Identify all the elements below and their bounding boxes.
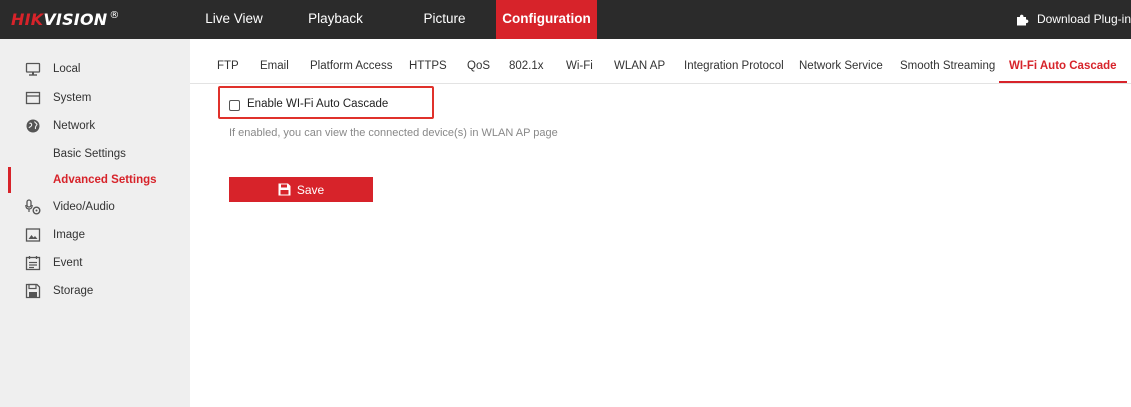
sidebar-subitem-label: Basic Settings — [53, 148, 126, 160]
tab-wi-fi-auto-cascade[interactable]: WI-Fi Auto Cascade — [999, 52, 1127, 83]
top-bar: HIKVISION ® Live View Playback Picture Co… — [0, 0, 1131, 39]
sidebar-subitem-advanced-settings[interactable]: Advanced Settings — [0, 167, 190, 193]
floppy-disk-icon — [278, 183, 291, 196]
auto-cascade-hint: If enabled, you can view the connected d… — [229, 127, 558, 139]
event-icon — [25, 256, 41, 271]
sidebar-item-label: Storage — [53, 285, 94, 297]
tab-qos[interactable]: QoS — [467, 52, 490, 83]
save-button[interactable]: Save — [229, 177, 373, 202]
sidebar-item-event[interactable]: Event — [0, 250, 190, 276]
download-plugin-link[interactable]: Download Plug-in — [1016, 0, 1131, 39]
sidebar: Local System Network Basic Settings Adva… — [0, 39, 190, 407]
tab-network-service[interactable]: Network Service — [799, 52, 883, 83]
top-navigation: Live View Playback Picture Configuration — [190, 0, 597, 39]
sidebar-item-network[interactable]: Network — [0, 113, 190, 139]
logo-registered-mark: ® — [109, 10, 120, 21]
tab-wi-fi[interactable]: Wi-Fi — [566, 52, 593, 83]
monitor-icon — [25, 62, 41, 76]
sidebar-item-label: Local — [53, 63, 81, 75]
sidebar-item-label: System — [53, 92, 92, 104]
system-icon — [25, 91, 41, 105]
sidebar-item-storage[interactable]: Storage — [0, 278, 190, 304]
tab-platform-access[interactable]: Platform Access — [310, 52, 392, 83]
nav-live-view[interactable]: Live View — [190, 0, 278, 39]
save-label: Save — [296, 182, 325, 197]
storage-icon — [25, 283, 41, 299]
sidebar-item-local[interactable]: Local — [0, 56, 190, 82]
tab-https[interactable]: HTTPS — [409, 52, 447, 83]
nav-picture[interactable]: Picture — [393, 0, 496, 39]
globe-icon — [26, 119, 40, 133]
active-indicator — [8, 167, 11, 193]
sidebar-item-label: Image — [53, 229, 85, 241]
sidebar-item-label: Event — [53, 257, 83, 269]
tab-ftp[interactable]: FTP — [217, 52, 239, 83]
hikvision-logo: HIKVISION ® — [11, 10, 120, 29]
download-plugin-label: Download Plug-in — [1036, 12, 1131, 26]
sidebar-item-image[interactable]: Image — [0, 222, 190, 248]
logo-hik-text: HIK — [11, 10, 44, 29]
tab-email[interactable]: Email — [260, 52, 289, 83]
logo-vision-text: VISION — [43, 10, 108, 29]
tab-smooth-streaming[interactable]: Smooth Streaming — [900, 52, 995, 83]
nav-playback[interactable]: Playback — [278, 0, 393, 39]
tab-integration-protocol[interactable]: Integration Protocol — [684, 52, 784, 83]
sidebar-item-label: Video/Audio — [53, 201, 115, 213]
image-icon — [25, 228, 41, 242]
sidebar-subitem-basic-settings[interactable]: Basic Settings — [0, 141, 190, 167]
sidebar-item-label: Network — [53, 120, 96, 132]
tab-802-1x[interactable]: 802.1x — [509, 52, 544, 83]
tab-wlan-ap[interactable]: WLAN AP — [614, 52, 665, 83]
sidebar-subitem-label: Advanced Settings — [53, 174, 157, 186]
sidebar-item-system[interactable]: System — [0, 85, 190, 111]
network-advanced-tabs: FTP Email Platform Access HTTPS QoS 802.… — [190, 52, 1131, 84]
nav-configuration[interactable]: Configuration — [496, 0, 597, 39]
enable-auto-cascade-checkbox[interactable] — [229, 100, 240, 111]
enable-auto-cascade-label[interactable]: Enable WI-Fi Auto Cascade — [247, 98, 388, 110]
sidebar-item-video-audio[interactable]: Video/Audio — [0, 194, 190, 220]
puzzle-icon — [1016, 14, 1029, 26]
video-audio-icon — [25, 199, 41, 215]
